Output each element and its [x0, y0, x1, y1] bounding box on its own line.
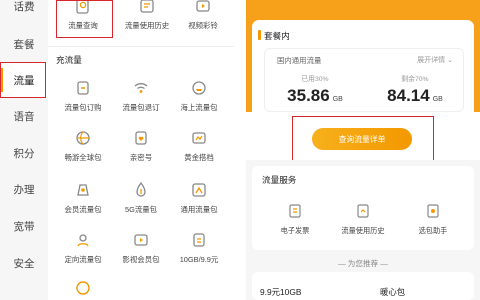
e-invoice-item[interactable]: 电子发票 [260, 202, 330, 236]
recommend-heading: — 为您推荐 — [338, 259, 388, 268]
highlight-box [292, 116, 434, 162]
national-flow-label: 国内通用流量 [277, 56, 322, 65]
category-label: 积分 [13, 147, 35, 160]
grid-item[interactable]: 亲密号 [110, 128, 172, 163]
grid-item[interactable]: 10GB/9.9元 [168, 230, 230, 265]
grid-item[interactable]: 海上流量包 [168, 78, 230, 113]
data-bag-icon [189, 230, 209, 250]
used-label: 已用30% [301, 76, 329, 83]
item-label: 5G流量包 [124, 205, 158, 214]
coin-icon [73, 278, 93, 298]
item-label: 通用流量包 [180, 205, 218, 214]
usage-history-service[interactable]: 流量使用历史 [328, 202, 398, 236]
category-label: 办理 [13, 183, 35, 196]
highlight-box [56, 0, 113, 38]
grid-item[interactable]: 流量包退订 [110, 78, 172, 113]
item-label: 影视会员包 [122, 255, 160, 264]
targeted-flow-icon [73, 230, 93, 250]
usage-history-item[interactable]: 流量使用历史 [116, 0, 178, 31]
remain-label: 剩余70% [401, 76, 429, 83]
category-huafei[interactable]: 话费 [0, 0, 48, 24]
chevron-down-icon: ⌄ [447, 57, 453, 64]
promo-2[interactable]: 暖心包 [380, 286, 405, 298]
video-icon [193, 0, 213, 16]
divider [48, 46, 234, 47]
gold-partner-icon [189, 128, 209, 148]
category-label: 话费 [13, 0, 35, 13]
unit: GB [332, 96, 343, 103]
left-panel: 话费 套餐 流量 语音 积分 办理 宽带 安全 流量查询 流量使用历史 视频彩铃… [0, 0, 234, 300]
wifi-icon [131, 78, 151, 98]
helper-icon [424, 202, 442, 220]
item-label: 流量包订购 [64, 103, 102, 112]
category-sidebar: 话费 套餐 流量 语音 积分 办理 宽带 安全 [0, 0, 48, 300]
category-jifen[interactable]: 积分 [0, 135, 48, 171]
item-label: 会员流量包 [64, 205, 102, 214]
service-label: 选包助手 [418, 226, 448, 235]
remain-value: 84.14 [387, 86, 430, 105]
history-icon [137, 0, 157, 16]
expand-details-link[interactable]: 展开详情 ⌄ [417, 55, 453, 65]
category-label: 套餐 [13, 38, 35, 51]
category-label: 语音 [13, 110, 35, 123]
grid-item[interactable]: 5G流量包 [110, 180, 172, 215]
grid-item[interactable]: 影视会员包 [110, 230, 172, 265]
intimate-icon [131, 128, 151, 148]
category-label: 安全 [13, 257, 35, 270]
category-kuandai[interactable]: 宽带 [0, 208, 48, 244]
category-taocan[interactable]: 套餐 [0, 26, 48, 62]
item-label: 海上流量包 [180, 103, 218, 112]
item-label: 定向流量包 [64, 255, 102, 264]
item-label: 黄金搭档 [184, 153, 214, 162]
item-label: 亲密号 [129, 153, 153, 162]
highlight-box [0, 62, 46, 98]
grid-item[interactable]: 会员流量包 [52, 180, 114, 215]
used-stat: 已用30% 35.86 GB [265, 73, 365, 106]
remain-stat: 剩余70% 84.14 GB [365, 73, 465, 106]
unit: GB [432, 96, 443, 103]
globe-icon [73, 128, 93, 148]
service-title: 流量服务 [262, 175, 297, 185]
expand-label: 展开详情 [417, 57, 446, 64]
5g-icon [131, 180, 151, 200]
package-order-icon [73, 78, 93, 98]
package-helper-item[interactable]: 选包助手 [398, 202, 468, 236]
flow-stats-box[interactable]: 国内通用流量 展开详情 ⌄ 已用30% 35.86 GB 剩余70% 84.14 G… [264, 48, 464, 112]
item-label: 10GB/9.9元 [179, 255, 219, 264]
grid-item[interactable]: 黄金搭档 [168, 128, 230, 163]
content-area: 流量查询 流量使用历史 视频彩铃 充流量 流量包订购 流量包退订 海上流量包 畅… [48, 0, 234, 300]
grid-item[interactable]: 通用流量包 [168, 180, 230, 215]
category-banli[interactable]: 办理 [0, 171, 48, 207]
promo-1[interactable]: 9.9元10GB [260, 286, 301, 298]
video-ringtone-item[interactable]: 视频彩铃 [172, 0, 234, 31]
grid-item[interactable]: 定向流量包 [52, 230, 114, 265]
service-label: 电子发票 [280, 226, 310, 235]
item-label: 流量使用历史 [124, 21, 170, 30]
ship-icon [189, 78, 209, 98]
invoice-icon [286, 202, 304, 220]
grid-item-partial[interactable] [52, 278, 114, 298]
section-title: 充流量 [56, 55, 82, 65]
item-label: 流量包退订 [122, 103, 160, 112]
service-label: 流量使用历史 [341, 226, 385, 235]
item-label: 视频彩铃 [188, 21, 218, 30]
category-yuyin[interactable]: 语音 [0, 98, 48, 134]
promo-card[interactable]: 9.9元10GB 暖心包 [252, 272, 474, 300]
general-flow-icon [189, 180, 209, 200]
package-title: 套餐内 [264, 31, 290, 41]
history-icon [354, 202, 372, 220]
right-panel: 套餐内 国内通用流量 展开详情 ⌄ 已用30% 35.86 GB 剩余70% 84… [246, 0, 480, 300]
grid-item[interactable]: 畅游全球包 [52, 128, 114, 163]
category-anquan[interactable]: 安全 [0, 245, 48, 281]
used-value: 35.86 [287, 86, 330, 105]
member-icon [73, 180, 93, 200]
grid-item[interactable]: 流量包订购 [52, 78, 114, 113]
category-label: 宽带 [13, 220, 35, 233]
flow-service-card: 流量服务 电子发票 流量使用历史 选包助手 [252, 166, 474, 250]
film-icon [131, 230, 151, 250]
title-indicator [258, 30, 261, 40]
item-label: 畅游全球包 [64, 153, 102, 162]
